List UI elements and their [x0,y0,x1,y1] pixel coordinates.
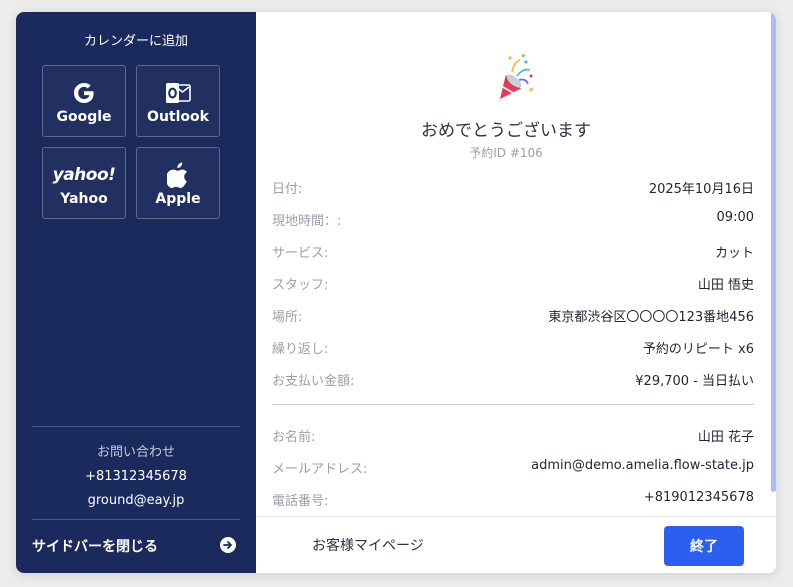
detail-label: メールアドレス: [272,462,368,477]
yahoo-logo-text: yahoo! [52,165,116,185]
detail-value: 2025年10月16日 [648,182,754,197]
contact-section: お問い合わせ +81312345678 ground@eay.jp [32,426,240,508]
outlook-icon [137,80,219,106]
finish-button[interactable]: 終了 [664,526,744,566]
detail-value: ¥29,700 - 当日払い [635,374,754,389]
divider [272,404,754,405]
detail-label: お支払い金額: [272,374,355,389]
detail-row-time: 現地時間：: 09:00 [272,209,754,241]
contact-email[interactable]: ground@eay.jp [32,493,240,508]
detail-row-service: サービス: カット [272,241,754,273]
detail-label: 現地時間：: [272,214,342,229]
detail-row-recurring: 繰り返し: 予約のリピート x6 [272,337,754,369]
add-to-yahoo-button[interactable]: yahoo! Yahoo [42,147,126,219]
detail-value: カット [714,246,754,261]
detail-row-customer-name: お名前: 山田 花子 [272,425,754,457]
detail-label: サービス: [272,246,329,261]
detail-label: 場所: [272,310,303,325]
yahoo-icon: yahoo! [43,162,125,188]
detail-value: 山田 悟史 [697,278,754,293]
booking-id: 予約ID #106 [469,146,543,160]
detail-value: admin@demo.amelia.flow-state.jp [531,458,754,473]
close-sidebar-label: サイドバーを閉じる [32,539,158,555]
detail-value: 予約のリピート x6 [642,342,754,357]
detail-value: 山田 花子 [697,430,754,445]
apple-label: Apple [155,191,201,207]
google-label: Google [56,109,112,125]
sidebar-title: カレンダーに追加 [83,34,188,49]
detail-row-date: 日付: 2025年10月16日 [272,177,754,209]
detail-label: スタッフ: [272,278,329,293]
add-to-apple-button[interactable]: Apple [136,147,220,219]
detail-label: お名前: [272,430,316,445]
add-to-google-button[interactable]: Google [42,65,126,137]
booking-success-dialog: カレンダーに追加 Google Outlook yahoo! Yahoo App… [16,12,776,573]
yahoo-label: Yahoo [60,191,108,207]
sidebar: カレンダーに追加 Google Outlook yahoo! Yahoo App… [16,12,256,573]
detail-row-location: 場所: 東京都渋谷区〇〇〇〇123番地456 [272,305,754,337]
booking-details: 日付: 2025年10月16日 現地時間：: 09:00 サービス: カット ス… [272,177,754,521]
detail-label: 日付: [272,182,303,197]
detail-label: 繰り返し: [272,342,329,357]
detail-value: 09:00 [716,210,754,225]
footer: お客様マイページ 終了 [256,516,776,573]
detail-value: +819012345678 [643,490,754,505]
arrow-right-circle-icon [220,537,236,553]
success-title: おめでとうございます [421,121,591,141]
customer-portal-link[interactable]: お客様マイページ [312,535,424,555]
google-icon [43,80,125,106]
detail-row-customer-email: メールアドレス: admin@demo.amelia.flow-state.jp [272,457,754,489]
detail-row-staff: スタッフ: 山田 悟史 [272,273,754,305]
contact-phone[interactable]: +81312345678 [32,469,240,484]
detail-row-payment: お支払い金額: ¥29,700 - 当日払い [272,369,754,401]
party-popper-icon [500,53,534,99]
apple-icon [137,162,219,188]
contact-title: お問い合わせ [96,445,175,460]
outlook-label: Outlook [147,109,209,125]
add-to-outlook-button[interactable]: Outlook [136,65,220,137]
detail-label: 電話番号: [272,494,329,509]
scrollbar[interactable] [771,12,776,492]
close-sidebar-button[interactable]: サイドバーを閉じる [32,519,240,568]
detail-value: 東京都渋谷区〇〇〇〇123番地456 [548,310,754,325]
main-panel: おめでとうございます 予約ID #106 日付: 2025年10月16日 現地時… [256,12,776,573]
